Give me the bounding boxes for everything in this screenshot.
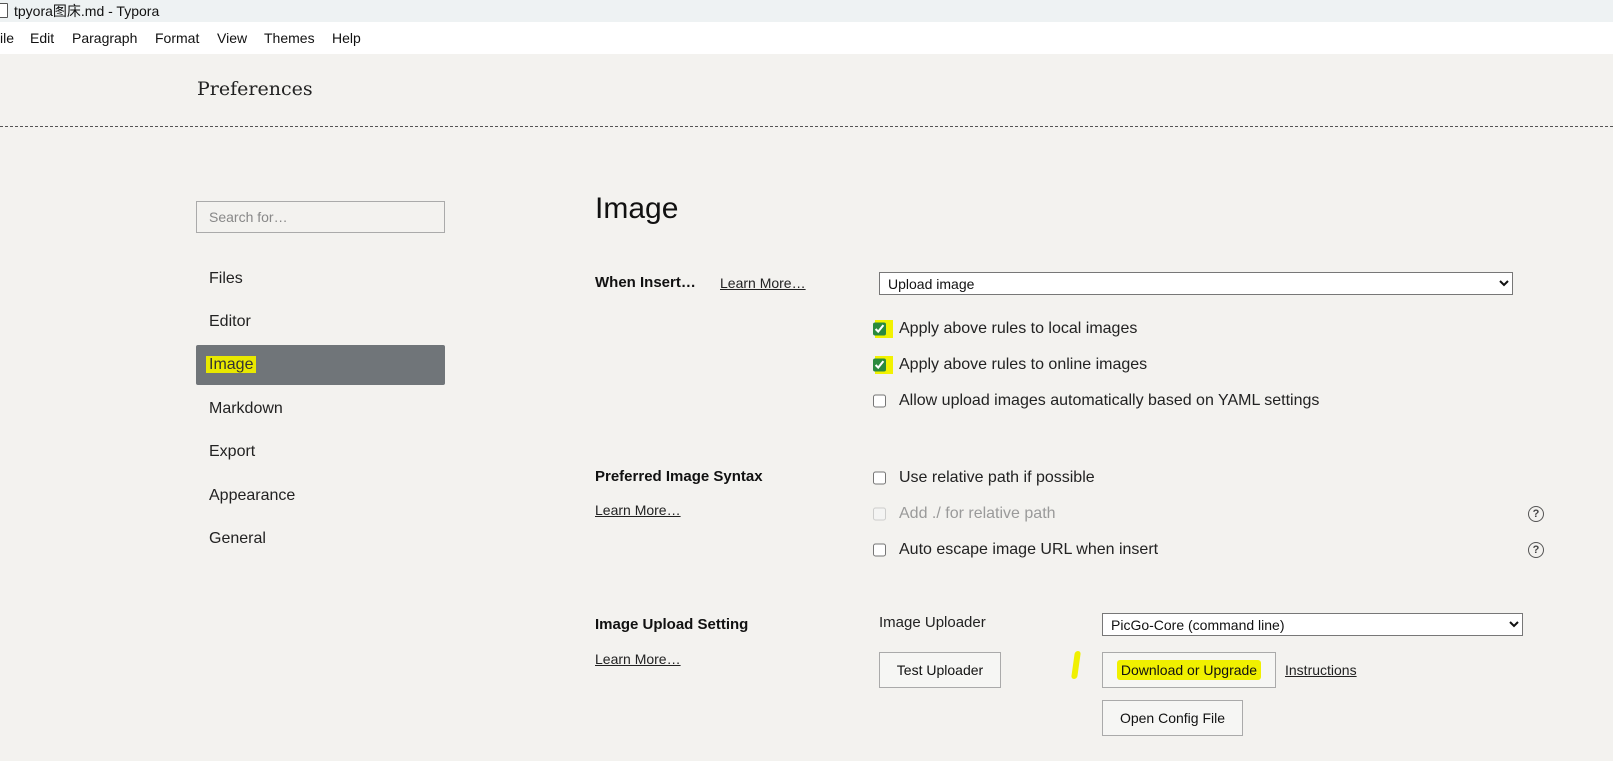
document-icon	[0, 3, 8, 18]
when-insert-label: When Insert…	[595, 274, 696, 291]
download-upgrade-button[interactable]: Download or Upgrade	[1102, 652, 1276, 688]
auto-escape-option[interactable]: Auto escape image URL when insert	[872, 541, 1159, 559]
instructions-link[interactable]: Instructions	[1285, 662, 1357, 678]
menu-format[interactable]: Format	[155, 30, 199, 46]
highlight-mark	[1071, 651, 1081, 679]
upload-setting-label: Image Upload Setting	[595, 616, 749, 633]
local-images-checkbox[interactable]	[872, 322, 886, 336]
relative-path-label: Use relative path if possible	[899, 469, 1095, 486]
checkbox-wrapper	[872, 505, 893, 523]
sidebar-item-label: Image	[206, 356, 257, 373]
help-icon[interactable]: ?	[1528, 542, 1544, 558]
sidebar-item-image[interactable]: Image	[196, 345, 445, 385]
header-divider	[0, 126, 1613, 127]
relative-path-option[interactable]: Use relative path if possible	[872, 469, 1095, 487]
local-images-option[interactable]: Apply above rules to local images	[872, 320, 1138, 338]
uploader-label: Image Uploader	[879, 614, 986, 631]
menu-paragraph[interactable]: Paragraph	[72, 30, 137, 46]
uploader-select[interactable]: PicGo-Core (command line)	[1102, 613, 1523, 636]
checkbox-wrapper	[872, 392, 893, 410]
sidebar-item-export[interactable]: Export	[196, 432, 445, 472]
menu-file[interactable]: ile	[0, 30, 14, 46]
image-syntax-label: Preferred Image Syntax	[595, 468, 763, 485]
section-title: Image	[595, 192, 679, 225]
open-config-file-button[interactable]: Open Config File	[1102, 700, 1243, 736]
checkbox-wrapper	[872, 469, 893, 487]
yaml-upload-option[interactable]: Allow upload images automatically based …	[872, 392, 1320, 410]
sidebar-item-markdown[interactable]: Markdown	[196, 389, 445, 429]
test-uploader-button[interactable]: Test Uploader	[879, 652, 1001, 688]
menu-edit[interactable]: Edit	[30, 30, 54, 46]
when-insert-select[interactable]: Upload image	[879, 272, 1513, 295]
sidebar-item-appearance[interactable]: Appearance	[196, 476, 445, 516]
title-bar: tpyora图床.md - Typora	[0, 0, 1613, 22]
yaml-upload-checkbox[interactable]	[872, 394, 886, 408]
sidebar-item-general[interactable]: General	[196, 519, 445, 559]
dot-slash-label: Add ./ for relative path	[899, 505, 1056, 522]
sidebar-item-files[interactable]: Files	[196, 259, 445, 299]
online-images-option[interactable]: Apply above rules to online images	[872, 356, 1148, 374]
dot-slash-checkbox	[872, 507, 886, 521]
yaml-upload-label: Allow upload images automatically based …	[899, 392, 1320, 409]
image-syntax-learn-more-link[interactable]: Learn More…	[595, 502, 681, 518]
menu-view[interactable]: View	[217, 30, 247, 46]
help-icon[interactable]: ?	[1528, 506, 1544, 522]
checkbox-wrapper	[872, 541, 893, 559]
auto-escape-label: Auto escape image URL when insert	[899, 541, 1159, 558]
online-images-checkbox[interactable]	[872, 358, 886, 372]
window-title: tpyora图床.md - Typora	[14, 3, 160, 19]
checkbox-highlight	[872, 356, 893, 374]
local-images-label: Apply above rules to local images	[899, 320, 1138, 337]
search-input[interactable]	[196, 201, 445, 233]
page-title: Preferences	[197, 78, 313, 100]
auto-escape-checkbox[interactable]	[872, 543, 886, 557]
menu-help[interactable]: Help	[332, 30, 361, 46]
download-upgrade-label: Download or Upgrade	[1116, 660, 1262, 680]
sidebar-item-editor[interactable]: Editor	[196, 302, 445, 342]
upload-learn-more-link[interactable]: Learn More…	[595, 651, 681, 667]
when-insert-learn-more-link[interactable]: Learn More…	[720, 275, 806, 291]
menu-bar: ile Edit Paragraph Format View Themes He…	[0, 22, 1613, 54]
checkbox-highlight	[872, 320, 893, 338]
menu-themes[interactable]: Themes	[264, 30, 315, 46]
dot-slash-option: Add ./ for relative path	[872, 505, 1056, 523]
online-images-label: Apply above rules to online images	[899, 356, 1148, 373]
relative-path-checkbox[interactable]	[872, 471, 886, 485]
